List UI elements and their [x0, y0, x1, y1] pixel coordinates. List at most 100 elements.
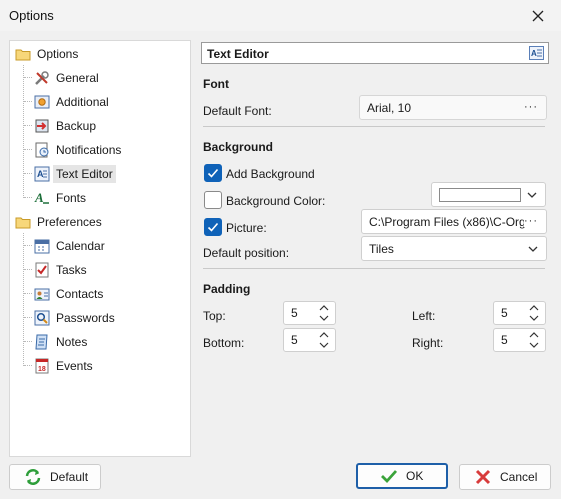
folder-icon — [14, 214, 32, 230]
tree-connector — [24, 77, 32, 78]
default-button-label: Default — [50, 470, 89, 484]
bottom-padding-stepper[interactable]: 5 — [283, 328, 336, 352]
up-down-arrows-icon[interactable] — [319, 304, 329, 322]
svg-text:A: A — [37, 169, 44, 179]
tree-connector — [23, 233, 24, 366]
default-position-label: Default position: — [203, 246, 290, 260]
tree-item-contacts[interactable]: Contacts — [33, 283, 103, 305]
picture-path-value: C:\Program Files (x86)\C-Organi — [369, 214, 529, 229]
tree-connector — [24, 197, 32, 198]
refresh-icon — [24, 468, 42, 486]
title-bar: Options — [0, 0, 561, 31]
top-padding-stepper[interactable]: 5 — [283, 301, 336, 325]
background-color-picker[interactable] — [431, 182, 546, 207]
separator — [203, 268, 545, 269]
chevron-down-icon — [527, 192, 537, 198]
passwords-icon — [33, 310, 51, 326]
close-icon[interactable] — [515, 0, 561, 31]
tree-item-preferences[interactable]: Preferences — [14, 211, 102, 233]
tree-connector — [24, 125, 32, 126]
default-font-value: Arial, 10 — [367, 100, 412, 115]
tree-item-label: Additional — [56, 95, 109, 109]
tree-item-options[interactable]: Options — [14, 43, 78, 65]
tree-item-events[interactable]: 18 Events — [33, 355, 93, 377]
svg-text:A: A — [34, 190, 44, 205]
tree-connector — [24, 245, 32, 246]
background-color-label: Background Color: — [226, 194, 326, 208]
tree-connector — [24, 317, 32, 318]
settings-panel: Text Editor A Font Default Font: Arial, … — [199, 40, 552, 457]
tree-item-passwords[interactable]: Passwords — [33, 307, 115, 329]
tools-icon — [33, 70, 51, 86]
tree-connector — [24, 341, 32, 342]
notifications-icon — [33, 142, 51, 158]
tree-item-calendar[interactable]: Calendar — [33, 235, 105, 257]
picture-path-field[interactable]: C:\Program Files (x86)\C-Organi ··· — [361, 209, 547, 234]
events-icon: 18 — [33, 358, 51, 374]
tree-connector — [24, 173, 32, 174]
panel-header: Text Editor A — [201, 42, 549, 64]
up-down-arrows-icon[interactable] — [529, 304, 539, 322]
tree-item-label: Notes — [56, 335, 88, 349]
tree-item-general[interactable]: General — [33, 67, 99, 89]
browse-picture-button[interactable]: ··· — [524, 215, 538, 227]
ok-button[interactable]: OK — [356, 463, 448, 489]
tree-item-label: Text Editor — [53, 165, 116, 183]
picture-label: Picture: — [226, 221, 267, 235]
cancel-button[interactable]: Cancel — [459, 464, 551, 490]
tree-item-label: Preferences — [37, 215, 102, 229]
color-swatch — [439, 188, 521, 202]
default-font-label: Default Font: — [203, 104, 272, 118]
left-padding-value: 5 — [501, 306, 508, 320]
separator — [203, 126, 545, 127]
right-padding-stepper[interactable]: 5 — [493, 328, 546, 352]
tree-item-backup[interactable]: Backup — [33, 115, 96, 137]
browse-font-button[interactable]: ··· — [524, 101, 538, 113]
right-label: Right: — [412, 336, 444, 350]
tree-item-label: Options — [37, 47, 79, 61]
tree-item-label: Passwords — [56, 311, 115, 325]
svg-text:18: 18 — [38, 366, 46, 373]
svg-text:A: A — [531, 49, 537, 58]
tree-item-additional[interactable]: Additional — [33, 91, 109, 113]
tree-item-label: Fonts — [56, 191, 87, 205]
default-font-field[interactable]: Arial, 10 ··· — [359, 95, 547, 120]
left-label: Left: — [412, 309, 436, 323]
padding-section-heading: Padding — [203, 282, 251, 296]
tree-item-text-editor[interactable]: A Text Editor — [33, 163, 116, 185]
font-section-heading: Font — [203, 77, 229, 91]
window-title: Options — [9, 8, 54, 23]
tree-connector — [24, 365, 32, 366]
options-tree[interactable]: Options General Additional Backup Notifi… — [9, 40, 191, 457]
settings-icon — [33, 94, 51, 110]
background-section-heading: Background — [203, 140, 274, 154]
up-down-arrows-icon[interactable] — [319, 331, 329, 349]
right-padding-value: 5 — [501, 333, 508, 347]
add-background-checkbox[interactable] — [204, 164, 222, 182]
bottom-padding-value: 5 — [291, 333, 298, 347]
tree-item-fonts[interactable]: A Fonts — [33, 187, 86, 209]
tree-connector — [24, 149, 32, 150]
tree-item-tasks[interactable]: Tasks — [33, 259, 87, 281]
panel-title: Text Editor — [207, 47, 269, 61]
background-color-checkbox[interactable] — [204, 191, 222, 209]
add-background-label: Add Background — [226, 167, 315, 181]
tree-item-label: Tasks — [56, 263, 87, 277]
default-button[interactable]: Default — [9, 464, 101, 490]
calendar-icon — [33, 238, 51, 254]
fonts-icon: A — [33, 190, 51, 206]
up-down-arrows-icon[interactable] — [529, 331, 539, 349]
tree-item-label: Events — [56, 359, 93, 373]
contacts-icon — [33, 286, 51, 302]
backup-icon — [33, 118, 51, 134]
tree-item-notifications[interactable]: Notifications — [33, 139, 121, 161]
default-position-value: Tiles — [369, 241, 394, 256]
tree-item-notes[interactable]: Notes — [33, 331, 87, 353]
folder-icon — [14, 46, 32, 62]
chevron-down-icon — [528, 246, 538, 252]
default-position-select[interactable]: Tiles — [361, 236, 547, 261]
left-padding-stepper[interactable]: 5 — [493, 301, 546, 325]
tree-item-label: Calendar — [56, 239, 105, 253]
picture-checkbox[interactable] — [204, 218, 222, 236]
tasks-icon — [33, 262, 51, 278]
